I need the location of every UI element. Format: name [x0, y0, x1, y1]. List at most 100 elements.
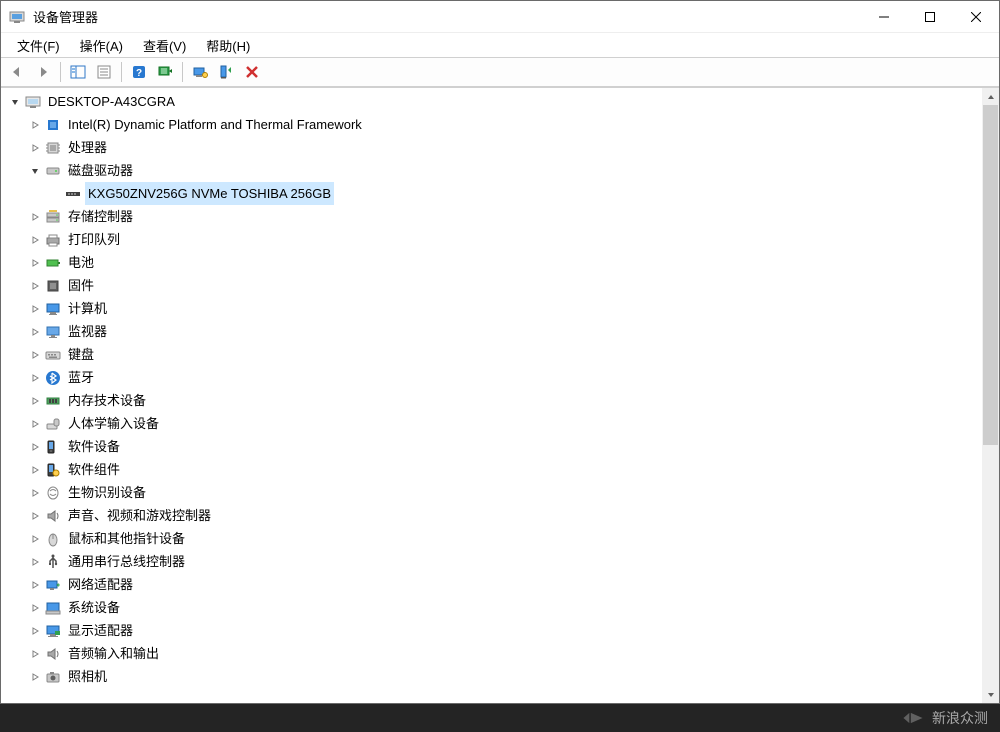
tree-item-label: 蓝牙: [65, 366, 97, 389]
scroll-thumb[interactable]: [983, 105, 998, 445]
forward-button[interactable]: [31, 60, 55, 84]
computer-icon: [45, 301, 61, 317]
chevron-right-icon[interactable]: [27, 416, 43, 432]
tree-item-label: 存储控制器: [65, 205, 136, 228]
chevron-right-icon[interactable]: [27, 255, 43, 271]
scroll-up-button[interactable]: [982, 88, 999, 105]
chevron-right-icon[interactable]: [27, 439, 43, 455]
chevron-right-icon[interactable]: [27, 600, 43, 616]
tree-item[interactable]: 通用串行总线控制器: [1, 550, 982, 573]
scan-hardware-button[interactable]: [153, 60, 177, 84]
chevron-right-icon[interactable]: [27, 301, 43, 317]
tree-item[interactable]: 软件组件: [1, 458, 982, 481]
tree-item-label: 人体学输入设备: [65, 412, 162, 435]
content-area: DESKTOP-A43CGRAIntel(R) Dynamic Platform…: [1, 87, 999, 703]
window-title: 设备管理器: [33, 7, 861, 26]
tree-item[interactable]: Intel(R) Dynamic Platform and Thermal Fr…: [1, 113, 982, 136]
tree-item[interactable]: 存储控制器: [1, 205, 982, 228]
watermark-icon: [902, 709, 924, 727]
firmware-icon: [45, 278, 61, 294]
tree-item[interactable]: 人体学输入设备: [1, 412, 982, 435]
display-icon: [45, 623, 61, 639]
tree-item[interactable]: 电池: [1, 251, 982, 274]
tree-item[interactable]: 系统设备: [1, 596, 982, 619]
uninstall-device-button[interactable]: [214, 60, 238, 84]
tree-item[interactable]: 磁盘驱动器: [1, 159, 982, 182]
tree-item[interactable]: 监视器: [1, 320, 982, 343]
disable-device-button[interactable]: [240, 60, 264, 84]
tree-item[interactable]: 显示适配器: [1, 619, 982, 642]
chevron-right-icon[interactable]: [27, 669, 43, 685]
chevron-right-icon[interactable]: [27, 324, 43, 340]
chevron-right-icon[interactable]: [27, 554, 43, 570]
tree-item[interactable]: 声音、视频和游戏控制器: [1, 504, 982, 527]
svg-text:?: ?: [136, 68, 142, 79]
back-button[interactable]: [5, 60, 29, 84]
tree-root[interactable]: DESKTOP-A43CGRA: [1, 90, 982, 113]
tree-item-label: 打印队列: [65, 228, 123, 251]
show-hide-tree-button[interactable]: [66, 60, 90, 84]
menu-help[interactable]: 帮助(H): [196, 34, 260, 57]
tree-item[interactable]: 计算机: [1, 297, 982, 320]
cpu-icon: [45, 140, 61, 156]
chevron-down-icon[interactable]: [27, 163, 43, 179]
tree-item-label: 通用串行总线控制器: [65, 550, 188, 573]
tree-item[interactable]: 键盘: [1, 343, 982, 366]
computer-icon: [25, 94, 41, 110]
chevron-right-icon[interactable]: [27, 140, 43, 156]
tree-item[interactable]: 打印队列: [1, 228, 982, 251]
chevron-right-icon[interactable]: [27, 531, 43, 547]
tree-item[interactable]: 照相机: [1, 665, 982, 688]
software-icon: [45, 439, 61, 455]
chevron-right-icon[interactable]: [27, 508, 43, 524]
chevron-right-icon[interactable]: [27, 393, 43, 409]
chevron-right-icon[interactable]: [27, 232, 43, 248]
tree-item[interactable]: 软件设备: [1, 435, 982, 458]
chevron-right-icon[interactable]: [27, 485, 43, 501]
mouse-icon: [45, 531, 61, 547]
tree-item[interactable]: 音频输入和输出: [1, 642, 982, 665]
scroll-down-button[interactable]: [982, 686, 999, 703]
sound-icon: [45, 508, 61, 524]
tree-item[interactable]: 生物识别设备: [1, 481, 982, 504]
keyboard-icon: [45, 347, 61, 363]
toolbar-separator: [121, 62, 122, 82]
tree-item-label: 固件: [65, 274, 97, 297]
tree-item[interactable]: 鼠标和其他指针设备: [1, 527, 982, 550]
chevron-down-icon[interactable]: [7, 94, 23, 110]
chevron-right-icon[interactable]: [27, 117, 43, 133]
minimize-button[interactable]: [861, 1, 907, 33]
tree-item[interactable]: 网络适配器: [1, 573, 982, 596]
menu-action[interactable]: 操作(A): [70, 34, 133, 57]
chevron-right-icon[interactable]: [27, 462, 43, 478]
device-tree[interactable]: DESKTOP-A43CGRAIntel(R) Dynamic Platform…: [1, 88, 982, 703]
chevron-right-icon[interactable]: [27, 209, 43, 225]
maximize-button[interactable]: [907, 1, 953, 33]
chevron-right-icon[interactable]: [27, 370, 43, 386]
chevron-right-icon[interactable]: [27, 347, 43, 363]
help-button[interactable]: ?: [127, 60, 151, 84]
tree-item-label: 软件组件: [65, 458, 123, 481]
camera-icon: [45, 669, 61, 685]
biometric-icon: [45, 485, 61, 501]
tree-item[interactable]: 内存技术设备: [1, 389, 982, 412]
network-icon: [45, 577, 61, 593]
tree-item[interactable]: 处理器: [1, 136, 982, 159]
chevron-right-icon[interactable]: [27, 278, 43, 294]
tree-item[interactable]: 固件: [1, 274, 982, 297]
system-icon: [45, 600, 61, 616]
close-button[interactable]: [953, 1, 999, 33]
tree-item[interactable]: KXG50ZNV256G NVMe TOSHIBA 256GB: [1, 182, 982, 205]
vertical-scrollbar[interactable]: [982, 88, 999, 703]
chevron-right-icon[interactable]: [27, 623, 43, 639]
titlebar[interactable]: 设备管理器: [1, 1, 999, 33]
menu-file[interactable]: 文件(F): [7, 34, 70, 57]
audio-io-icon: [45, 646, 61, 662]
properties-button[interactable]: [92, 60, 116, 84]
update-driver-button[interactable]: [188, 60, 212, 84]
tree-item[interactable]: 蓝牙: [1, 366, 982, 389]
chevron-right-icon[interactable]: [27, 577, 43, 593]
chevron-right-icon[interactable]: [27, 646, 43, 662]
battery-icon: [45, 255, 61, 271]
menu-view[interactable]: 查看(V): [133, 34, 196, 57]
